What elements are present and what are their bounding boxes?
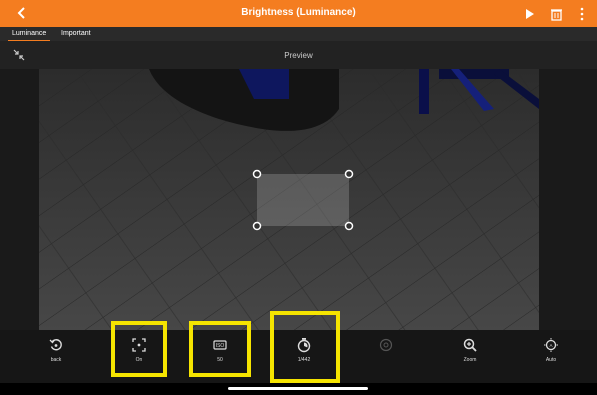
svg-text:A: A <box>549 343 552 348</box>
iso-icon: ISO <box>213 340 227 350</box>
aperture-button[interactable] <box>361 337 411 377</box>
camera-preview[interactable] <box>39 69 539 330</box>
focus-icon <box>132 338 146 352</box>
iso-label: 50 <box>217 357 223 363</box>
reset-label: back <box>50 357 62 363</box>
more-menu-button[interactable] <box>575 6 589 22</box>
auto-exposure-label: Auto <box>545 357 557 363</box>
tab-bar: Luminance Important <box>0 27 597 42</box>
delete-icon <box>550 8 562 21</box>
auto-exposure-icon: A <box>544 338 558 352</box>
play-icon <box>526 9 534 19</box>
tab-luminance[interactable]: Luminance <box>8 28 51 42</box>
focus-button[interactable]: On <box>114 337 164 377</box>
more-vertical-icon <box>580 7 584 21</box>
focus-label: On <box>135 357 143 363</box>
preview-header: Preview <box>0 41 597 69</box>
shutter-timer-icon <box>297 338 311 353</box>
svg-text:ISO: ISO <box>216 343 225 349</box>
camera-feed-image <box>39 69 539 330</box>
header-actions <box>523 5 589 23</box>
zoom-button[interactable]: Zoom <box>445 337 495 377</box>
app-header: Brightness (Luminance) <box>0 0 597 27</box>
auto-exposure-button[interactable]: A Auto <box>526 337 576 377</box>
zoom-in-icon <box>463 338 477 352</box>
tab-important[interactable]: Important <box>57 28 95 40</box>
preview-label: Preview <box>284 51 313 60</box>
page-title: Brightness (Luminance) <box>241 7 356 18</box>
reset-icon <box>49 339 62 351</box>
reset-button[interactable]: back <box>31 337 81 377</box>
shutter-speed-label: 1/442 <box>297 357 311 363</box>
system-footer <box>0 383 597 395</box>
iso-button[interactable]: ISO 50 <box>195 337 245 377</box>
delete-button[interactable] <box>549 6 563 22</box>
zoom-label: Zoom <box>463 357 477 363</box>
home-indicator[interactable] <box>228 387 368 390</box>
play-button[interactable] <box>523 6 537 22</box>
aperture-icon <box>379 338 393 352</box>
shutter-speed-button[interactable]: 1/442 <box>279 337 329 377</box>
